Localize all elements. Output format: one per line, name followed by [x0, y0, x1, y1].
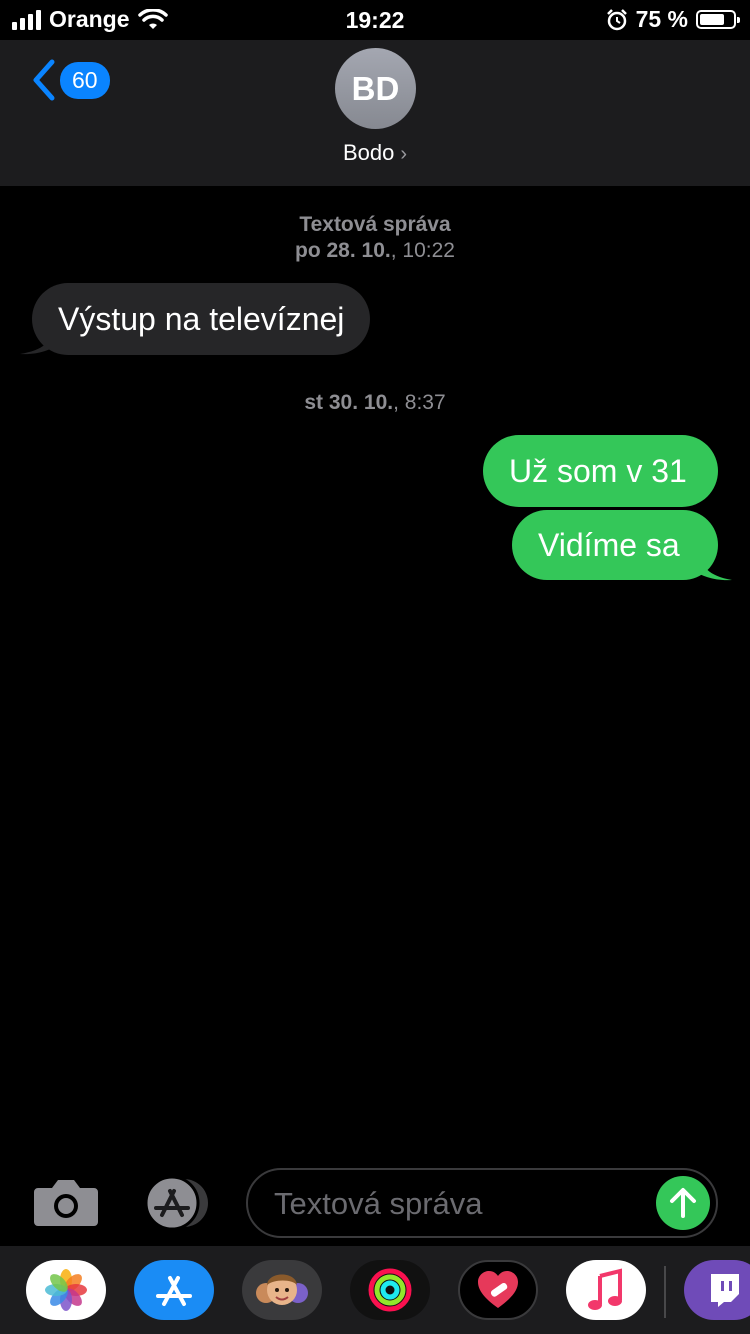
timestamp-time: , 10:22: [390, 239, 455, 262]
photos-app-button[interactable]: [26, 1260, 106, 1320]
camera-icon: [34, 1180, 98, 1226]
service-label-text: Textová správa: [299, 213, 451, 236]
app-store-app-button[interactable]: [134, 1260, 214, 1320]
activity-icon: [368, 1268, 412, 1312]
memoji-app-button[interactable]: [242, 1260, 322, 1320]
heart-app-icon: [478, 1271, 518, 1308]
send-button[interactable]: [656, 1176, 710, 1230]
timestamp-date: po 28. 10.: [295, 239, 391, 262]
contact-name: Bodo: [342, 140, 395, 165]
arrow-up-icon: [670, 1188, 696, 1218]
message-text: Už som v 31: [509, 452, 687, 489]
message-bubble-outgoing[interactable]: Vidíme sa: [512, 510, 718, 580]
timestamp: st 30. 10., 8:37: [0, 390, 750, 416]
twitch-app-button[interactable]: [684, 1260, 750, 1320]
timestamp-time: , 8:37: [393, 391, 446, 414]
back-button[interactable]: 60: [30, 58, 110, 102]
app-store-icon: [156, 1276, 192, 1306]
twitch-icon: [711, 1274, 739, 1307]
service-label: Textová správa: [0, 212, 750, 238]
app-store-icon: [144, 1175, 208, 1231]
avatar[interactable]: BD: [335, 48, 416, 129]
status-bar: Orange 19:22 75 %: [0, 0, 750, 40]
timestamp-date: st 30. 10.: [304, 391, 394, 414]
activity-app-button[interactable]: [350, 1260, 430, 1320]
battery-icon: [696, 10, 740, 29]
contact-name-button[interactable]: Bodo ›: [0, 140, 750, 166]
camera-button[interactable]: [34, 1178, 98, 1226]
drawer-divider: [664, 1266, 666, 1318]
heart-app-button[interactable]: [458, 1260, 538, 1320]
message-input-placeholder: Textová správa: [274, 1186, 483, 1221]
unread-count-badge: 60: [60, 61, 110, 99]
message-text: Výstup na televíznej: [58, 300, 345, 337]
photos-icon: [45, 1269, 87, 1311]
conversation-header: 60 BD Bodo ›: [0, 40, 750, 186]
alarm-icon: [606, 8, 627, 30]
battery-percent: 75 %: [635, 6, 688, 32]
message-bubble-incoming[interactable]: Výstup na televíznej: [32, 283, 371, 355]
music-app-button[interactable]: [566, 1260, 646, 1320]
status-right: 75 %: [606, 6, 740, 33]
message-text: Vidíme sa: [538, 526, 680, 563]
app-drawer: [0, 1246, 750, 1334]
timestamp: po 28. 10., 10:22: [0, 238, 750, 264]
music-icon: [588, 1268, 622, 1310]
app-store-button[interactable]: [140, 1175, 212, 1231]
message-input[interactable]: Textová správa: [246, 1168, 718, 1238]
memoji-icon: [256, 1274, 308, 1305]
chevron-left-icon: [33, 59, 55, 101]
chevron-right-icon: ›: [400, 143, 408, 165]
message-bubble-outgoing[interactable]: Už som v 31: [483, 435, 718, 507]
